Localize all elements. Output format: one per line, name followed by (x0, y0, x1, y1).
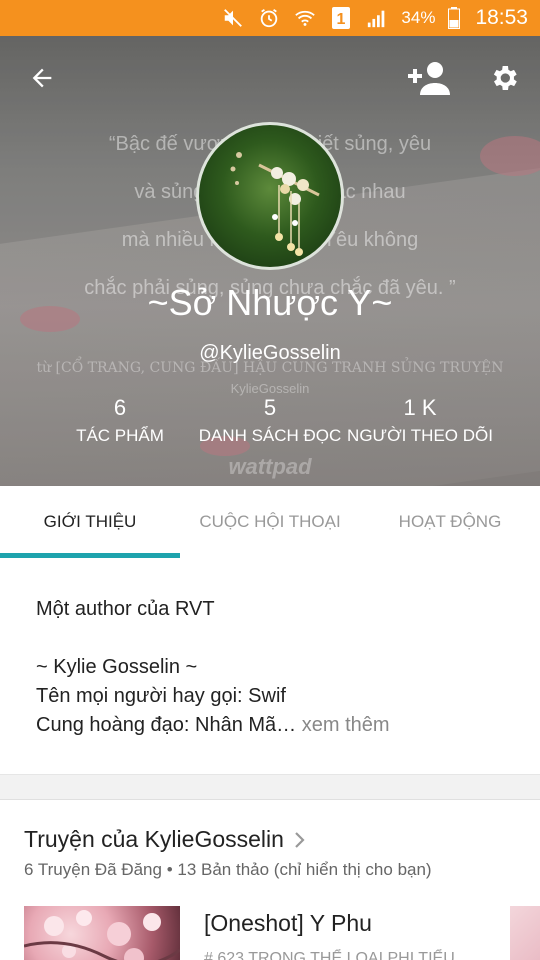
story-rank: # 623 TRONG THỂ LOẠI PHI TIỂU (204, 950, 455, 960)
stat-value: 5 (263, 395, 277, 420)
battery-icon (447, 6, 461, 30)
settings-button[interactable] (484, 58, 524, 98)
about-line-text: Cung hoàng đạo: Nhân Mã… (36, 714, 297, 736)
profile-screen: 1 34% 18:53 “Bậc đế vương bấ chỉ biết sủ… (0, 0, 540, 960)
about-section: Một author của RVT ~ Kylie Gosselin ~ Tê… (0, 558, 540, 774)
about-line: Một author của RVT (36, 598, 215, 620)
tab-activity[interactable]: HOẠT ĐỘNG (360, 486, 540, 558)
stories-section: Truyện của KylieGosselin 6 Truyện Đã Đăn… (0, 800, 540, 960)
alarm-icon (257, 6, 281, 30)
profile-tabs: GIỚI THIỆU CUỘC HỘI THOẠI HOẠT ĐỘNG (0, 486, 540, 558)
avatar[interactable] (196, 122, 344, 270)
wifi-icon (293, 6, 317, 30)
user-handle: @KylieGosselin (199, 342, 341, 364)
avatar-hairpin-image (230, 152, 320, 256)
sim-icon: 1 (329, 6, 353, 30)
story-title[interactable]: [Oneshot] Y Phu (204, 910, 372, 937)
battery-percent: 34% (401, 8, 436, 27)
sim-label: 1 (337, 11, 346, 28)
follow-button[interactable] (406, 58, 452, 98)
profile-header: “Bậc đế vương bấ chỉ biết sủng, yêu và s… (0, 36, 540, 486)
stories-title: Truyện của KylieGosselin (24, 826, 284, 852)
display-name: ~Sở Nhược Y~ (147, 282, 393, 323)
stories-subtitle: 6 Truyện Đã Đăng • 13 Bản thảo (chỉ hiển… (24, 860, 432, 879)
status-icons: 1 34% 18:53 (221, 0, 528, 36)
about-line-last: Cung hoàng đạo: Nhân Mã… xem thêm (36, 714, 390, 737)
stat-followers[interactable]: 1 K NGƯỜI THEO DÕI (345, 394, 495, 450)
status-bar: 1 34% 18:53 (0, 0, 540, 36)
tab-about[interactable]: GIỚI THIỆU (0, 486, 180, 558)
stat-label: NGƯỜI THEO DÕI (347, 426, 493, 445)
wattpad-watermark: wattpad (228, 454, 312, 479)
see-more-link[interactable]: xem thêm (302, 714, 390, 736)
story-cover-image (23, 910, 181, 960)
stat-reading-lists[interactable]: 5 DANH SÁCH ĐỌC (195, 394, 345, 450)
about-line: Tên mọi người hay gọi: Swif (36, 685, 286, 707)
gear-icon (493, 66, 517, 90)
chevron-right-icon (295, 831, 305, 848)
tab-conversations[interactable]: CUỘC HỘI THOẠI (180, 486, 360, 558)
profile-stats: 6 TÁC PHẨM 5 DANH SÁCH ĐỌC 1 K NGƯỜI THE… (0, 394, 540, 454)
stat-label: TÁC PHẨM (76, 426, 164, 445)
section-divider (0, 774, 540, 800)
stat-value: 6 (113, 395, 127, 420)
stat-label: DANH SÁCH ĐỌC (198, 426, 342, 445)
story-cover[interactable] (23, 906, 181, 960)
stories-header[interactable]: Truyện của KylieGosselin (24, 826, 306, 853)
story-cover-next[interactable] (510, 906, 540, 960)
back-button[interactable] (22, 58, 62, 98)
signal-icon (365, 6, 389, 30)
mute-icon (221, 6, 245, 30)
stat-works[interactable]: 6 TÁC PHẨM (60, 394, 180, 450)
stat-value: 1 K (403, 395, 437, 420)
add-person-icon (408, 62, 450, 95)
arrow-left-icon (32, 68, 52, 88)
clock: 18:53 (475, 6, 528, 29)
about-line: ~ Kylie Gosselin ~ (36, 656, 198, 678)
